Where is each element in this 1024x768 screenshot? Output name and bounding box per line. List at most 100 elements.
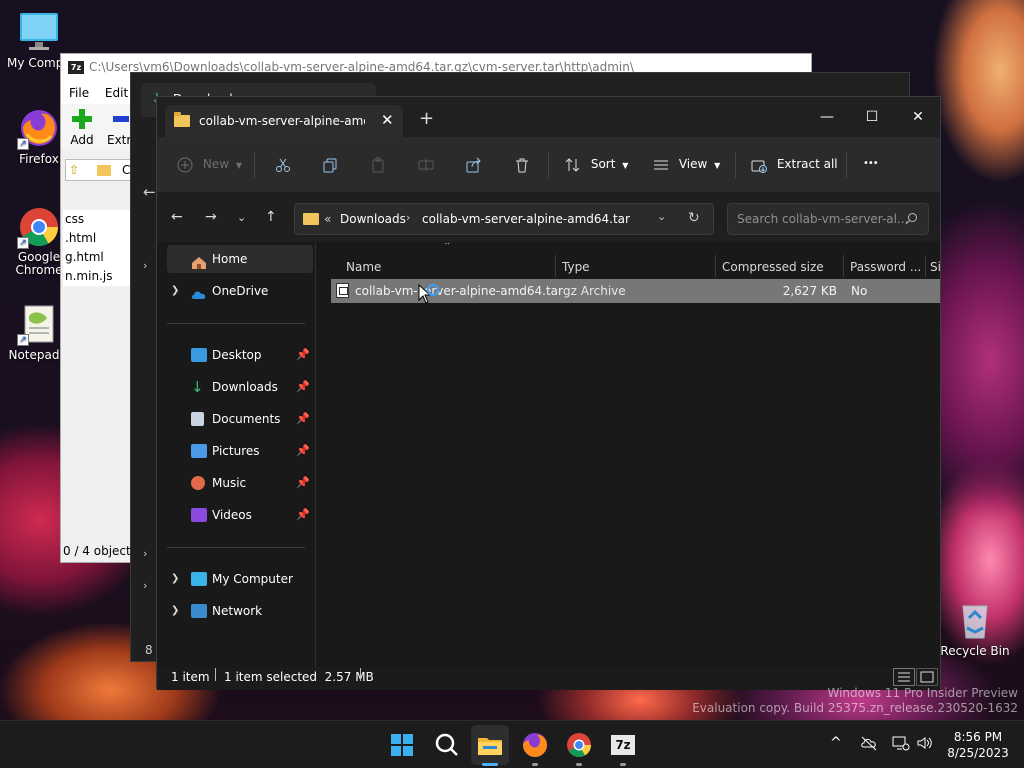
- breadcrumb-downloads[interactable]: Downloads: [340, 212, 406, 226]
- pane-splitter[interactable]: [315, 243, 316, 668]
- sort-label: Sort: [590, 157, 616, 171]
- nav-item-home[interactable]: Home: [167, 245, 313, 273]
- nav-item-desktop[interactable]: Desktop 📌: [167, 341, 313, 369]
- copy-button[interactable]: [322, 153, 338, 175]
- rename-icon: [418, 158, 434, 171]
- expand-chevron-icon[interactable]: ❯: [171, 277, 179, 305]
- explorer-window[interactable]: collab-vm-server-alpine-amd64.tar ✕ + — …: [156, 96, 941, 690]
- pin-icon[interactable]: 📌: [296, 341, 310, 369]
- tray-overflow-chevron-icon[interactable]: ^: [830, 735, 842, 751]
- taskbar-chrome[interactable]: [563, 729, 595, 761]
- breadcrumb-separator-icon[interactable]: ›: [406, 211, 410, 224]
- large-icons-view-button[interactable]: [916, 668, 938, 686]
- large-icons-view-icon: [920, 671, 934, 683]
- expand-chevron-icon[interactable]: ❯: [171, 597, 179, 625]
- taskbar-file-explorer[interactable]: [474, 729, 506, 761]
- sevenzip-extract-button[interactable]: Extra: [107, 108, 131, 147]
- selection-summary: 1 item selected 2.57 MB: [224, 670, 374, 684]
- taskbar-7zip[interactable]: 7z: [607, 729, 639, 761]
- rename-button[interactable]: [418, 153, 434, 175]
- back-arrow-icon[interactable]: ←: [171, 209, 183, 225]
- shortcut-arrow-icon: ↗: [17, 237, 29, 249]
- refresh-icon[interactable]: ↻: [688, 210, 700, 226]
- new-tab-button[interactable]: +: [419, 108, 434, 129]
- volume-icon[interactable]: [916, 735, 934, 755]
- desktop-icon: [191, 348, 207, 362]
- list-item[interactable]: css: [65, 210, 133, 229]
- folder-icon: [303, 213, 319, 225]
- explorer-tab[interactable]: collab-vm-server-alpine-amd64.tar ✕: [165, 105, 403, 137]
- pin-icon[interactable]: 📌: [296, 469, 310, 497]
- close-button[interactable]: ✕: [895, 102, 941, 132]
- list-item[interactable]: .html: [65, 229, 133, 248]
- nav-label: OneDrive: [212, 284, 269, 298]
- taskbar-firefox[interactable]: [519, 729, 551, 761]
- expand-chevron-icon[interactable]: ❯: [171, 565, 179, 593]
- more-options-button[interactable]: •••: [863, 153, 879, 175]
- maximize-button[interactable]: ☐: [849, 102, 895, 132]
- onedrive-offline-icon[interactable]: [860, 735, 878, 755]
- nav-item-videos[interactable]: Videos 📌: [167, 501, 313, 529]
- tab-close-icon[interactable]: ✕: [381, 111, 394, 129]
- pin-icon[interactable]: 📌: [296, 405, 310, 433]
- view-lines-icon: [654, 160, 668, 169]
- address-bar[interactable]: « Downloads › collab-vm-server-alpine-am…: [294, 203, 714, 235]
- address-dropdown-chevron-icon[interactable]: ⌄: [657, 210, 666, 223]
- pin-icon[interactable]: 📌: [296, 373, 310, 401]
- list-item[interactable]: g.html: [65, 248, 133, 267]
- sort-icon: [565, 157, 580, 172]
- search-button[interactable]: [431, 729, 463, 761]
- nav-item-network[interactable]: ❯ Network: [167, 597, 313, 625]
- up-folder-icon[interactable]: ⇧: [69, 163, 79, 177]
- nav-item-music[interactable]: Music 📌: [167, 469, 313, 497]
- sort-button[interactable]: Sort ▼: [565, 153, 628, 175]
- extract-all-button[interactable]: Extract all: [751, 153, 838, 175]
- up-arrow-icon[interactable]: ↑: [265, 209, 277, 225]
- network-status-icon[interactable]: [892, 735, 910, 755]
- nav-item-onedrive[interactable]: ❯ OneDrive: [167, 277, 313, 305]
- cut-button[interactable]: [275, 153, 291, 175]
- sevenzip-path-bar[interactable]: ⇧ C:\: [65, 159, 138, 181]
- chevron-right-icon[interactable]: ›: [143, 579, 147, 592]
- breadcrumb-archive[interactable]: collab-vm-server-alpine-amd64.tar: [422, 212, 630, 226]
- nav-item-pictures[interactable]: Pictures 📌: [167, 437, 313, 465]
- list-item[interactable]: n.min.js: [65, 267, 133, 286]
- explorer-tab-label: collab-vm-server-alpine-amd64.tar: [199, 114, 365, 128]
- computer-icon: [191, 572, 207, 586]
- firefox-icon: [523, 733, 547, 757]
- details-view-button[interactable]: [893, 668, 915, 686]
- column-divider[interactable]: [843, 255, 844, 277]
- new-button[interactable]: New ▼: [177, 153, 242, 175]
- chevron-right-icon[interactable]: ›: [143, 547, 147, 560]
- chevron-down-icon: ▼: [235, 161, 242, 170]
- copy-icon: [323, 158, 337, 172]
- chevron-right-icon[interactable]: ›: [143, 259, 147, 272]
- column-divider[interactable]: [715, 255, 716, 277]
- breadcrumb-overflow[interactable]: «: [324, 212, 331, 226]
- nav-item-my-computer[interactable]: ❯ My Computer: [167, 565, 313, 593]
- back-arrow-icon[interactable]: ←: [143, 183, 156, 201]
- desktop-icon-recycle-bin[interactable]: Recycle Bin: [939, 598, 1011, 658]
- explorer-command-bar: New ▼ Sort ▼ View ▼ Extract all •••: [157, 137, 940, 192]
- delete-button[interactable]: [514, 153, 530, 175]
- search-input[interactable]: Search collab-vm-server-al...: [727, 203, 929, 235]
- system-clock[interactable]: 8:56 PM 8/25/2023: [943, 729, 1013, 761]
- forward-arrow-icon[interactable]: →: [205, 209, 217, 225]
- share-button[interactable]: [466, 153, 482, 175]
- minimize-button[interactable]: —: [804, 102, 850, 132]
- pin-icon[interactable]: 📌: [296, 501, 310, 529]
- sevenzip-add-button[interactable]: Add: [69, 108, 95, 147]
- start-button[interactable]: [386, 729, 418, 761]
- paste-button[interactable]: [370, 153, 386, 175]
- recent-locations-chevron-icon[interactable]: ⌄: [237, 211, 246, 224]
- column-divider[interactable]: [925, 255, 926, 277]
- sevenzip-logo-text: 7z: [615, 738, 631, 752]
- sevenzip-menu-file[interactable]: File: [69, 86, 89, 100]
- sevenzip-menu-edit[interactable]: Edit: [105, 86, 128, 100]
- nav-item-documents[interactable]: Documents 📌: [167, 405, 313, 433]
- column-divider[interactable]: [555, 255, 556, 277]
- pin-icon[interactable]: 📌: [296, 437, 310, 465]
- sevenzip-add-label: Add: [70, 133, 94, 147]
- view-button[interactable]: View ▼: [653, 153, 720, 175]
- nav-item-downloads[interactable]: ↓ Downloads 📌: [167, 373, 313, 401]
